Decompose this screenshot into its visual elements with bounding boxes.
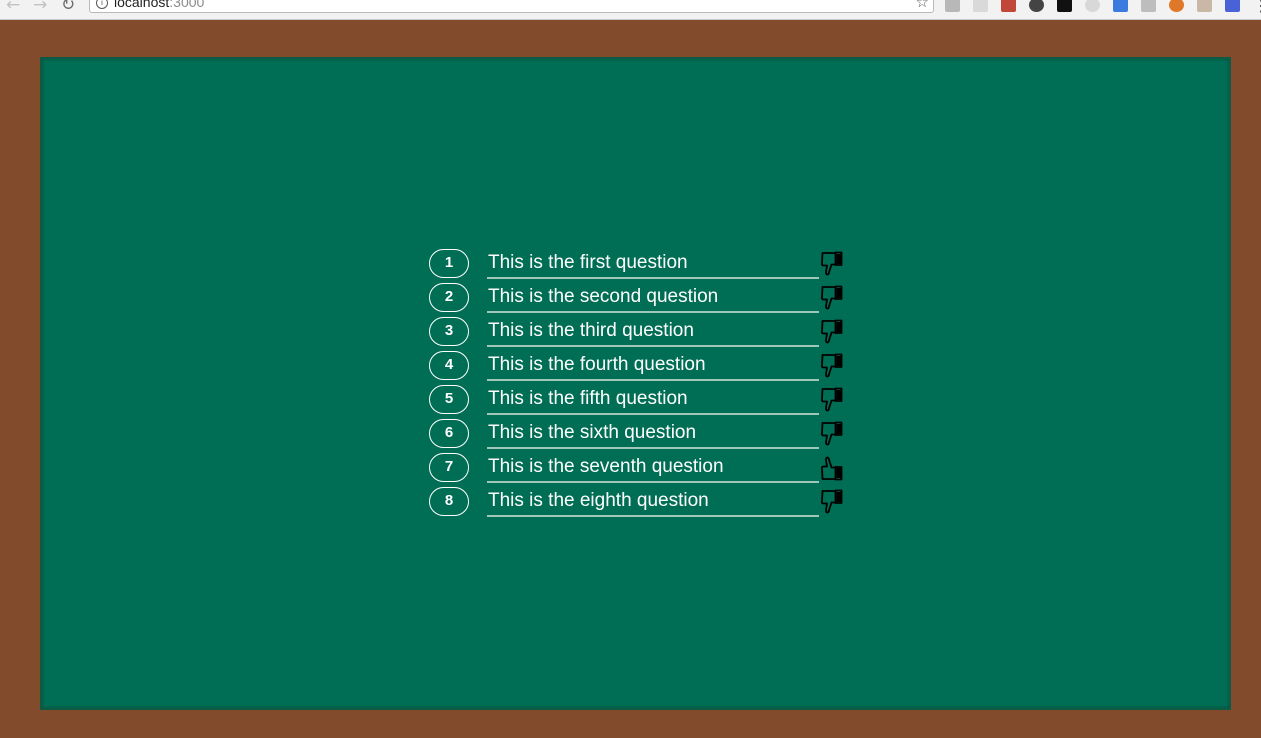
question-number-badge: 4 <box>429 351 469 380</box>
url-text: localhost:3000 <box>114 0 204 10</box>
forward-arrow-icon[interactable]: → <box>33 0 47 14</box>
back-arrow-icon[interactable]: ← <box>6 0 20 14</box>
thumbs-down-glyph <box>821 285 843 310</box>
question-row: 2 This is the second question <box>429 282 849 316</box>
question-row: 6 This is the sixth question <box>429 418 849 452</box>
thumbs-down-glyph <box>821 489 843 514</box>
question-row: 1 This is the first question <box>429 248 849 282</box>
question-list: 1 This is the first question 2 This is the … <box>429 248 849 520</box>
question-text: This is the seventh question <box>487 455 819 483</box>
extension-icon[interactable] <box>945 0 960 12</box>
question-number-badge: 3 <box>429 317 469 346</box>
extension-icon[interactable] <box>1001 0 1016 12</box>
extension-icon[interactable] <box>1057 0 1072 12</box>
question-text: This is the eighth question <box>487 489 819 517</box>
question-text: This is the fifth question <box>487 387 819 415</box>
extension-icon[interactable] <box>1113 0 1128 12</box>
thumbs-down-glyph <box>821 421 843 446</box>
thumbs-down-glyph <box>821 319 843 344</box>
question-row: 5 This is the fifth question <box>429 384 849 418</box>
reload-icon[interactable]: ↻ <box>61 0 75 14</box>
browser-menu-icon[interactable]: ⋮ <box>1253 0 1261 15</box>
url-host: localhost <box>114 0 170 10</box>
thumbs-down-icon[interactable] <box>819 284 845 312</box>
thumbs-up-glyph <box>821 456 843 481</box>
question-text: This is the second question <box>487 285 819 313</box>
chalkboard: 1 This is the first question 2 This is the … <box>40 57 1231 710</box>
thumbs-down-icon[interactable] <box>819 250 845 278</box>
thumbs-down-glyph <box>821 387 843 412</box>
thumbs-up-icon[interactable] <box>819 454 845 482</box>
extension-icon[interactable] <box>1197 0 1212 12</box>
question-number-badge: 1 <box>429 249 469 278</box>
question-text: This is the sixth question <box>487 421 819 449</box>
info-icon[interactable]: i <box>96 0 108 9</box>
question-text: This is the first question <box>487 251 819 279</box>
thumbs-down-glyph <box>821 353 843 378</box>
url-port: :3000 <box>169 0 205 10</box>
extension-icon[interactable] <box>1225 0 1240 12</box>
question-row: 3 This is the third question <box>429 316 849 350</box>
question-text: This is the third question <box>487 319 819 347</box>
extension-icon[interactable] <box>1029 0 1044 12</box>
question-number-badge: 5 <box>429 385 469 414</box>
extension-icon[interactable] <box>973 0 988 12</box>
question-number-badge: 8 <box>429 487 469 516</box>
thumbs-down-icon[interactable] <box>819 386 845 414</box>
question-text: This is the fourth question <box>487 353 819 381</box>
bookmark-star-icon[interactable]: ☆ <box>916 0 929 11</box>
question-number-badge: 6 <box>429 419 469 448</box>
address-bar[interactable]: i localhost:3000 ☆ <box>89 0 934 13</box>
browser-toolbar: ← → ↻ i localhost:3000 ☆ ⋮ <box>0 0 1261 20</box>
thumbs-down-icon[interactable] <box>819 488 845 516</box>
question-number-badge: 7 <box>429 453 469 482</box>
extension-icon[interactable] <box>1085 0 1100 12</box>
question-number-badge: 2 <box>429 283 469 312</box>
extension-icon[interactable] <box>1169 0 1184 12</box>
thumbs-down-icon[interactable] <box>819 352 845 380</box>
question-row: 7 This is the seventh question <box>429 452 849 486</box>
extension-icon[interactable] <box>1141 0 1156 12</box>
thumbs-down-glyph <box>821 251 843 276</box>
question-row: 4 This is the fourth question <box>429 350 849 384</box>
thumbs-down-icon[interactable] <box>819 318 845 346</box>
question-row: 8 This is the eighth question <box>429 486 849 520</box>
thumbs-down-icon[interactable] <box>819 420 845 448</box>
